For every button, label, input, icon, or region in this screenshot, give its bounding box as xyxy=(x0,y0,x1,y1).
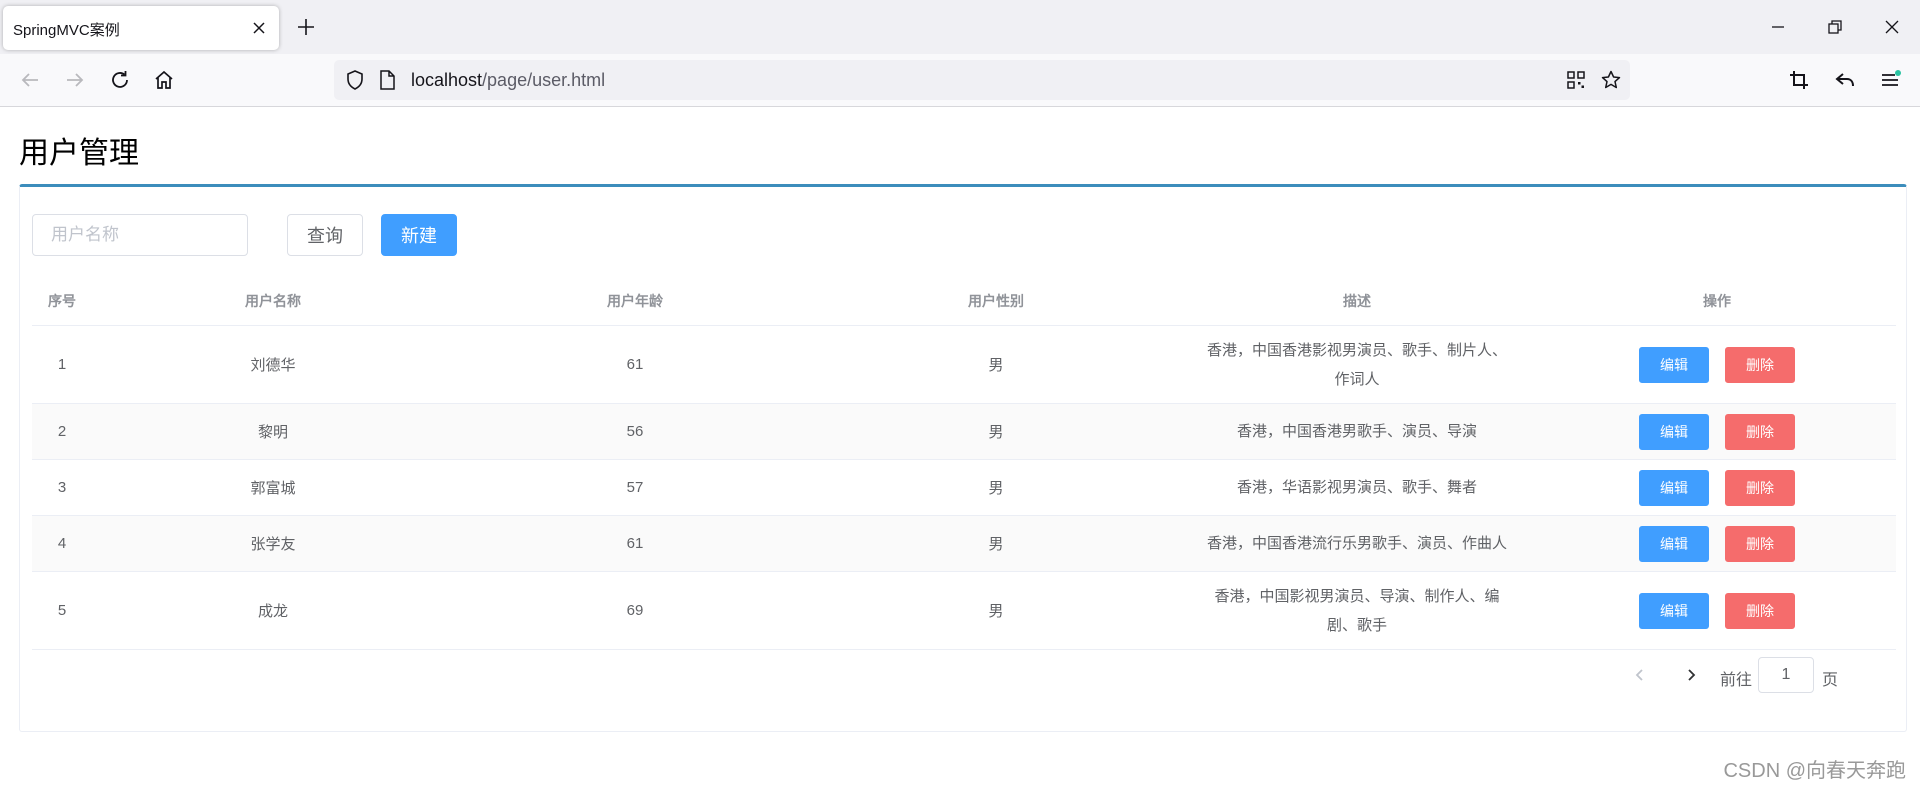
header-age: 用户年龄 xyxy=(607,293,663,309)
cell-gender: 男 xyxy=(988,357,1004,374)
bookmark-star-icon[interactable] xyxy=(1600,69,1622,91)
qr-code-icon[interactable] xyxy=(1565,69,1587,91)
cell-actions: 编辑 删除 xyxy=(1538,516,1896,571)
cell-index: 2 xyxy=(57,423,67,440)
table-header: 序号 用户名称 用户年龄 用户性别 描述 操作 xyxy=(32,277,1896,326)
page-suffix-label: 页 xyxy=(1822,672,1839,689)
edit-button[interactable]: 编辑 xyxy=(1639,413,1709,450)
url-path: /page/user.html xyxy=(482,70,606,90)
back-icon[interactable] xyxy=(18,68,42,92)
edit-button[interactable]: 编辑 xyxy=(1639,592,1709,629)
table-row: 3 郭富城 57 男 香港，华语影视男演员、歌手、舞者 编辑 删除 xyxy=(32,460,1896,516)
cell-desc: 香港，中国影视男演员、导演、制作人、编剧、歌手 xyxy=(1214,587,1500,634)
cell-desc: 香港，中国香港男歌手、演员、导演 xyxy=(1236,423,1477,440)
cell-actions: 编辑 删除 xyxy=(1538,460,1896,515)
header-name: 用户名称 xyxy=(245,293,301,309)
header-index: 序号 xyxy=(48,293,76,309)
cell-name: 张学友 xyxy=(250,536,296,553)
cell-gender: 男 xyxy=(988,424,1004,441)
header-desc: 描述 xyxy=(1343,293,1371,309)
shield-icon[interactable] xyxy=(344,69,366,91)
delete-button[interactable]: 删除 xyxy=(1725,525,1795,562)
cell-age: 61 xyxy=(626,535,644,552)
cell-gender: 男 xyxy=(988,536,1004,553)
goto-label: 前往 xyxy=(1720,672,1753,689)
forward-icon[interactable] xyxy=(63,68,87,92)
reload-icon[interactable] xyxy=(108,68,132,92)
next-page-icon[interactable] xyxy=(1679,663,1703,687)
query-button[interactable]: 查询 xyxy=(287,214,363,256)
close-window-icon[interactable] xyxy=(1881,16,1903,38)
cell-age: 57 xyxy=(626,479,644,496)
delete-button[interactable]: 删除 xyxy=(1725,469,1795,506)
undo-arrow-icon[interactable] xyxy=(1833,68,1857,92)
restore-icon[interactable] xyxy=(1824,16,1846,38)
cell-index: 1 xyxy=(57,356,67,373)
cell-index: 3 xyxy=(57,479,67,496)
cell-name: 刘德华 xyxy=(250,357,296,374)
table-row: 4 张学友 61 男 香港，中国香港流行乐男歌手、演员、作曲人 编辑 删除 xyxy=(32,516,1896,572)
cell-name: 成龙 xyxy=(257,603,288,620)
page-icon xyxy=(380,70,395,90)
url-text[interactable]: localhost/page/user.html xyxy=(411,70,605,91)
prev-page-icon[interactable] xyxy=(1628,663,1652,687)
home-icon[interactable] xyxy=(152,68,176,92)
cell-age: 56 xyxy=(626,423,644,440)
edit-button[interactable]: 编辑 xyxy=(1639,469,1709,506)
cell-actions: 编辑 删除 xyxy=(1538,326,1896,403)
tab-title: SpringMVC案例 xyxy=(13,22,120,39)
page-number-input[interactable] xyxy=(1758,657,1814,693)
new-user-button[interactable]: 新建 xyxy=(381,214,457,256)
cell-actions: 编辑 删除 xyxy=(1538,404,1896,459)
cell-desc: 香港，中国香港影视男演员、歌手、制片人、作词人 xyxy=(1206,341,1507,388)
close-tab-icon[interactable] xyxy=(249,18,269,38)
edit-button[interactable]: 编辑 xyxy=(1639,346,1709,383)
user-management-card: 查询 新建 序号 用户名称 用户年龄 用户性别 描述 操作 1 刘德华 61 男… xyxy=(19,184,1907,732)
cell-index: 5 xyxy=(57,602,67,619)
minimize-icon[interactable] xyxy=(1767,16,1789,38)
url-host: localhost xyxy=(411,70,483,90)
cell-desc: 香港，中国香港流行乐男歌手、演员、作曲人 xyxy=(1206,535,1507,552)
new-tab-icon[interactable] xyxy=(294,15,318,39)
user-table: 序号 用户名称 用户年龄 用户性别 描述 操作 1 刘德华 61 男 香港，中国… xyxy=(32,277,1896,650)
cell-name: 郭富城 xyxy=(250,480,296,497)
cell-age: 69 xyxy=(626,602,644,619)
url-bar[interactable]: localhost/page/user.html xyxy=(334,60,1630,100)
cell-desc: 香港，华语影视男演员、歌手、舞者 xyxy=(1236,479,1477,496)
table-row: 1 刘德华 61 男 香港，中国香港影视男演员、歌手、制片人、作词人 编辑 删除 xyxy=(32,326,1896,404)
browser-tab-bar: SpringMVC案例 xyxy=(0,0,1920,54)
edit-button[interactable]: 编辑 xyxy=(1639,525,1709,562)
delete-button[interactable]: 删除 xyxy=(1725,346,1795,383)
cell-actions: 编辑 删除 xyxy=(1538,572,1896,649)
delete-button[interactable]: 删除 xyxy=(1725,592,1795,629)
cell-age: 61 xyxy=(626,356,644,373)
menu-icon[interactable] xyxy=(1878,68,1902,92)
pagination: 前往 页 xyxy=(1606,657,1906,693)
browser-tab[interactable]: SpringMVC案例 xyxy=(3,6,279,50)
cell-index: 4 xyxy=(57,535,67,552)
user-name-search-input[interactable] xyxy=(32,214,248,256)
page-title: 用户管理 xyxy=(19,137,139,170)
delete-button[interactable]: 删除 xyxy=(1725,413,1795,450)
table-row: 5 成龙 69 男 香港，中国影视男演员、导演、制作人、编剧、歌手 编辑 删除 xyxy=(32,572,1896,650)
header-gender: 用户性别 xyxy=(968,293,1024,309)
watermark: CSDN @向春天奔跑 xyxy=(1723,760,1906,782)
cell-gender: 男 xyxy=(988,603,1004,620)
cell-gender: 男 xyxy=(988,480,1004,497)
header-actions: 操作 xyxy=(1703,293,1731,309)
table-row: 2 黎明 56 男 香港，中国香港男歌手、演员、导演 编辑 删除 xyxy=(32,404,1896,460)
browser-nav-bar: localhost/page/user.html xyxy=(0,54,1920,107)
crop-screenshot-icon[interactable] xyxy=(1787,68,1811,92)
cell-name: 黎明 xyxy=(257,424,288,441)
